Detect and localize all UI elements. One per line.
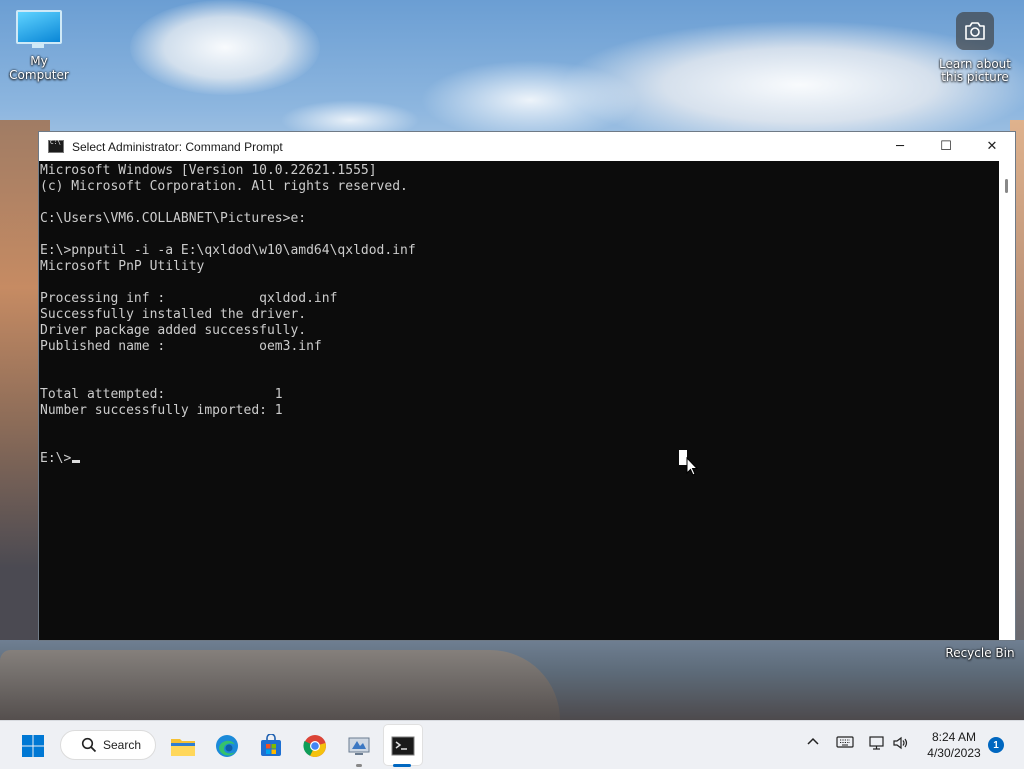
file-explorer-icon[interactable] — [168, 731, 198, 761]
wallpaper-lake — [0, 640, 1024, 720]
edge-icon[interactable] — [212, 731, 242, 761]
wallpaper-cloud — [420, 60, 640, 140]
clock-date: 4/30/2023 — [927, 746, 981, 760]
maximize-icon: ☐ — [940, 139, 952, 154]
app-open-indicator — [356, 764, 362, 767]
desktop-icon-my-computer[interactable]: My Computer — [0, 10, 78, 82]
search-icon — [81, 737, 97, 753]
text-cursor — [72, 460, 81, 463]
volume-icon[interactable] — [892, 735, 910, 755]
network-icon[interactable] — [868, 735, 886, 755]
close-button[interactable]: ✕ — [969, 132, 1015, 161]
app-icon[interactable] — [344, 731, 374, 761]
vertical-scrollbar[interactable] — [999, 161, 1015, 640]
monitor-icon — [16, 10, 62, 48]
console-text: Microsoft Windows [Version 10.0.22621.15… — [40, 163, 416, 466]
scrollbar-thumb[interactable] — [1005, 179, 1008, 193]
minimize-icon: ─ — [896, 139, 904, 154]
desktop-icon-recycle-bin[interactable]: Recycle Bin — [940, 646, 1020, 660]
taskbar: Search 8:24 AM 4/30/2023 1 — [0, 720, 1024, 769]
mouse-pointer-icon — [686, 457, 698, 476]
wallpaper-cloud — [130, 0, 320, 95]
command-prompt-icon[interactable] — [388, 731, 418, 761]
console-output[interactable]: Microsoft Windows [Version 10.0.22621.15… — [39, 161, 999, 640]
close-icon: ✕ — [986, 139, 998, 154]
wallpaper-log — [0, 650, 560, 720]
windows-start-icon[interactable] — [18, 731, 48, 761]
window-title: Select Administrator: Command Prompt — [72, 139, 283, 154]
notification-badge[interactable]: 1 — [988, 737, 1004, 753]
window-controls: ─ ☐ ✕ — [877, 132, 1015, 161]
microsoft-store-icon[interactable] — [256, 731, 286, 761]
chevron-up-icon[interactable] — [806, 735, 820, 753]
cmd-icon — [48, 139, 64, 153]
search-label: Search — [103, 738, 142, 752]
camera-icon — [956, 12, 994, 50]
desktop-icon-learn-about-picture[interactable]: Learn about this picture — [938, 12, 1012, 84]
active-app-indicator — [393, 764, 411, 767]
desktop-icon-label: Recycle Bin — [945, 646, 1015, 660]
chrome-icon[interactable] — [300, 731, 330, 761]
minimize-button[interactable]: ─ — [877, 132, 923, 161]
window-titlebar[interactable]: Select Administrator: Command Prompt ─ ☐… — [39, 132, 1015, 161]
desktop-icon-label: Learn about this picture — [939, 57, 1011, 84]
desktop-icon-label: My Computer — [9, 54, 69, 82]
taskbar-clock[interactable]: 8:24 AM 4/30/2023 — [918, 729, 990, 761]
command-prompt-window[interactable]: Select Administrator: Command Prompt ─ ☐… — [38, 131, 1016, 641]
clock-time: 8:24 AM — [931, 730, 977, 744]
keyboard-icon[interactable] — [836, 735, 854, 753]
taskbar-search[interactable]: Search — [60, 730, 156, 760]
maximize-button[interactable]: ☐ — [923, 132, 969, 161]
